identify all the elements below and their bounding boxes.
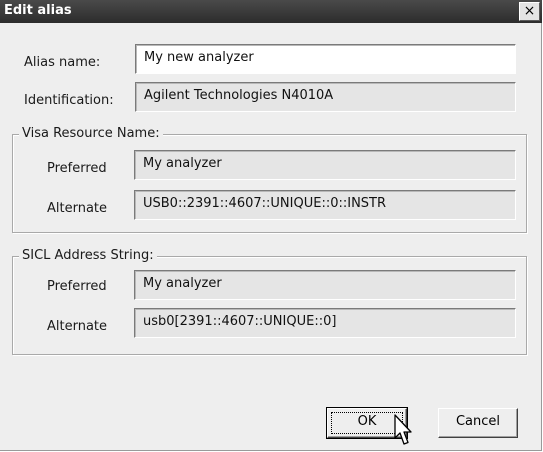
edit-alias-dialog: Edit alias × Alias name: My new analyzer… — [0, 0, 542, 451]
visa-alternate-field: USB0::2391::4607::UNIQUE::0::INSTR — [134, 190, 516, 220]
sicl-preferred-field: My analyzer — [134, 270, 516, 300]
visa-group-legend: Visa Resource Name: — [19, 126, 163, 141]
visa-preferred-field: My analyzer — [134, 150, 516, 180]
sicl-preferred-label: Preferred — [47, 279, 107, 294]
visa-preferred-label: Preferred — [47, 161, 107, 176]
sicl-group-legend: SICL Address String: — [19, 248, 157, 263]
title-bar[interactable]: Edit alias × — [0, 0, 542, 23]
alias-name-input[interactable]: My new analyzer — [135, 44, 516, 74]
identification-field: Agilent Technologies N4010A — [135, 82, 516, 112]
cancel-button[interactable]: Cancel — [438, 408, 518, 438]
alias-name-label: Alias name: — [24, 55, 101, 70]
mouse-pointer-icon — [394, 414, 412, 445]
close-icon: × — [523, 3, 536, 19]
close-button[interactable]: × — [519, 2, 540, 21]
ok-button-label: OK — [357, 414, 377, 429]
sicl-alternate-field: usb0[2391::4607::UNIQUE::0] — [134, 308, 516, 338]
sicl-alternate-label: Alternate — [47, 319, 108, 334]
cancel-button-label: Cancel — [455, 414, 501, 429]
visa-alternate-label: Alternate — [47, 201, 108, 216]
dialog-title: Edit alias — [4, 3, 72, 18]
identification-label: Identification: — [24, 93, 114, 108]
